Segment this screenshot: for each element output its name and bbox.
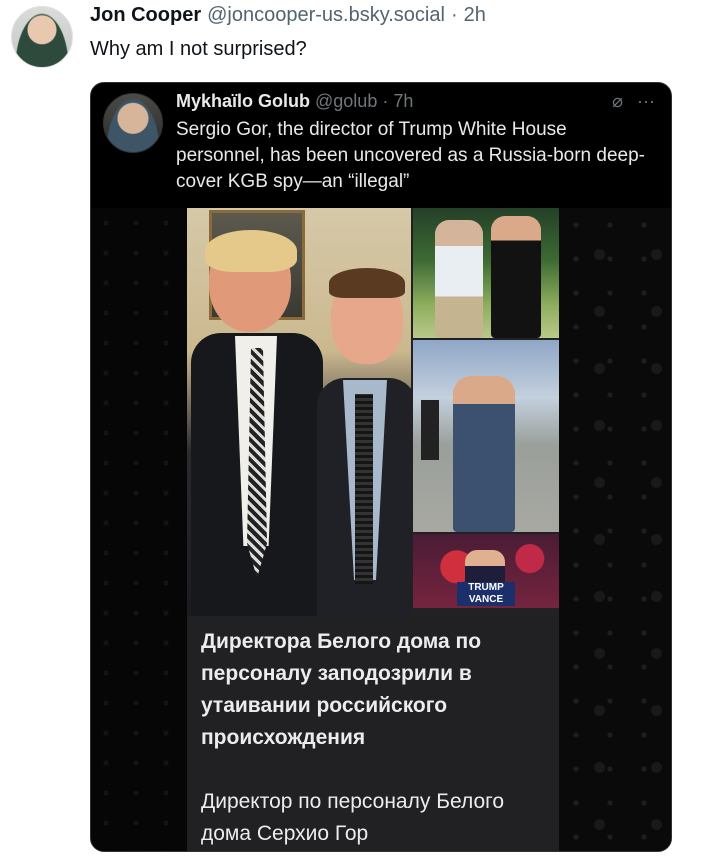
outer-post-header: Jon Cooper @joncooper-us.bsky.social · 2… — [90, 4, 486, 32]
author-handle[interactable]: @joncooper-us.bsky.social — [207, 4, 445, 27]
separator-dot: · — [382, 91, 389, 111]
quoted-post-header: Mykhaïlo Golub @golub · 7h — [176, 91, 413, 112]
photo-golf[interactable] — [413, 208, 559, 338]
quoted-author-name[interactable]: Mykhaïlo Golub — [176, 91, 310, 112]
media-card[interactable]: TRUMP VANCE Директора Белого дома по пер… — [187, 208, 559, 851]
chat-background-pattern-left — [91, 208, 187, 851]
separator-dot: · — [450, 4, 458, 26]
background-person — [421, 400, 439, 460]
quoted-post-embed[interactable]: Mykhaïlo Golub @golub · 7h ⌀ ··· Sergio … — [90, 82, 672, 852]
post-timestamp[interactable]: 2h — [464, 4, 486, 27]
quoted-author-handle[interactable]: @golub — [315, 91, 377, 112]
chat-background-pattern-right — [559, 208, 671, 851]
card-headline: Директора Белого дома по персоналу запод… — [201, 630, 482, 749]
photo-rally[interactable]: TRUMP VANCE — [413, 534, 559, 616]
author-name[interactable]: Jon Cooper — [90, 4, 201, 27]
man-in-suit — [453, 376, 515, 532]
person-right-hair — [329, 268, 405, 298]
card-subtext: Директор по персоналу Белого дома Серхио… — [201, 790, 505, 845]
golfer-right — [491, 216, 541, 338]
photo-street[interactable] — [413, 340, 559, 532]
quoted-post-actions: ⌀ ··· — [612, 91, 655, 112]
outer-avatar[interactable] — [11, 6, 73, 68]
main-photo[interactable] — [187, 208, 411, 616]
person-right-tie — [355, 394, 373, 584]
more-icon[interactable]: ··· — [637, 91, 655, 112]
golfer-left — [435, 220, 483, 338]
post-text: Why am I not surprised? — [90, 38, 307, 60]
quoted-author-avatar[interactable] — [103, 93, 163, 153]
news-ticker — [413, 608, 559, 616]
quoted-post-text: Sergio Gor, the director of Trump White … — [176, 119, 645, 192]
person-left-hair — [205, 230, 297, 272]
grok-icon[interactable]: ⌀ — [612, 91, 623, 112]
rally-sign: TRUMP VANCE — [457, 582, 515, 606]
quoted-post-timestamp[interactable]: 7h — [393, 91, 413, 112]
